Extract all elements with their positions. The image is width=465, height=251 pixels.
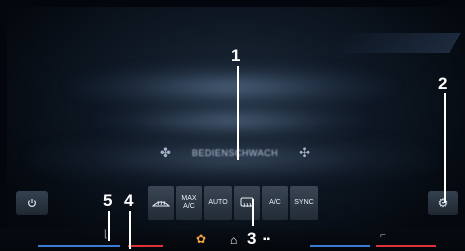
callout-number-5: 5: [103, 191, 113, 210]
left-red-indicator: [128, 245, 163, 247]
right-red-indicator: [376, 245, 436, 247]
fan-intensity-label: BEDIENSCHWACH: [191, 148, 279, 158]
max-ac-button[interactable]: MAX A/C: [176, 186, 202, 220]
right-blue-indicator: [310, 245, 370, 247]
callout-number-2: 2: [438, 74, 448, 93]
airflow-glow-middle: [97, 103, 367, 139]
callout-line-1: [237, 66, 239, 160]
sync-button[interactable]: SYNC: [290, 186, 318, 220]
settings-button[interactable]: ⚙: [428, 191, 458, 215]
callout-number-3: 3: [247, 229, 257, 248]
power-button[interactable]: [16, 191, 48, 215]
settings-gear-icon: ⚙: [437, 196, 449, 210]
windshield-defrost-button[interactable]: [148, 186, 174, 220]
rear-defrost-button[interactable]: [234, 186, 260, 220]
ac-button[interactable]: A/C: [262, 186, 288, 220]
fan-icon[interactable]: ✿: [196, 232, 206, 246]
right-seat-icon[interactable]: ⌐: [380, 230, 386, 241]
grid-icon[interactable]: ▪▪: [263, 233, 270, 247]
fan-low-icon[interactable]: ✤: [160, 143, 171, 163]
callout-line-2: [444, 93, 446, 203]
fan-intensity-row[interactable]: ✤ BEDIENSCHWACH ✣: [160, 143, 310, 163]
windshield-defrost-icon: [152, 200, 170, 207]
callout-line-4: [129, 211, 131, 249]
climate-screen: ✤ BEDIENSCHWACH ✣ MAX A/C AUTO A/C SYNC: [0, 0, 465, 251]
decorative-streak: [329, 33, 461, 53]
callout-number-1: 1: [231, 46, 241, 65]
climate-button-group: MAX A/C AUTO A/C SYNC: [148, 186, 318, 220]
power-icon: [28, 199, 36, 207]
callout-number-4: 4: [124, 191, 134, 210]
auto-button[interactable]: AUTO: [204, 186, 232, 220]
callout-line-5: [108, 211, 110, 241]
callout-line-3: [252, 199, 254, 226]
home-icon[interactable]: ⌂: [230, 233, 237, 247]
left-blue-indicator: [38, 245, 120, 247]
fan-high-icon[interactable]: ✣: [299, 143, 310, 163]
